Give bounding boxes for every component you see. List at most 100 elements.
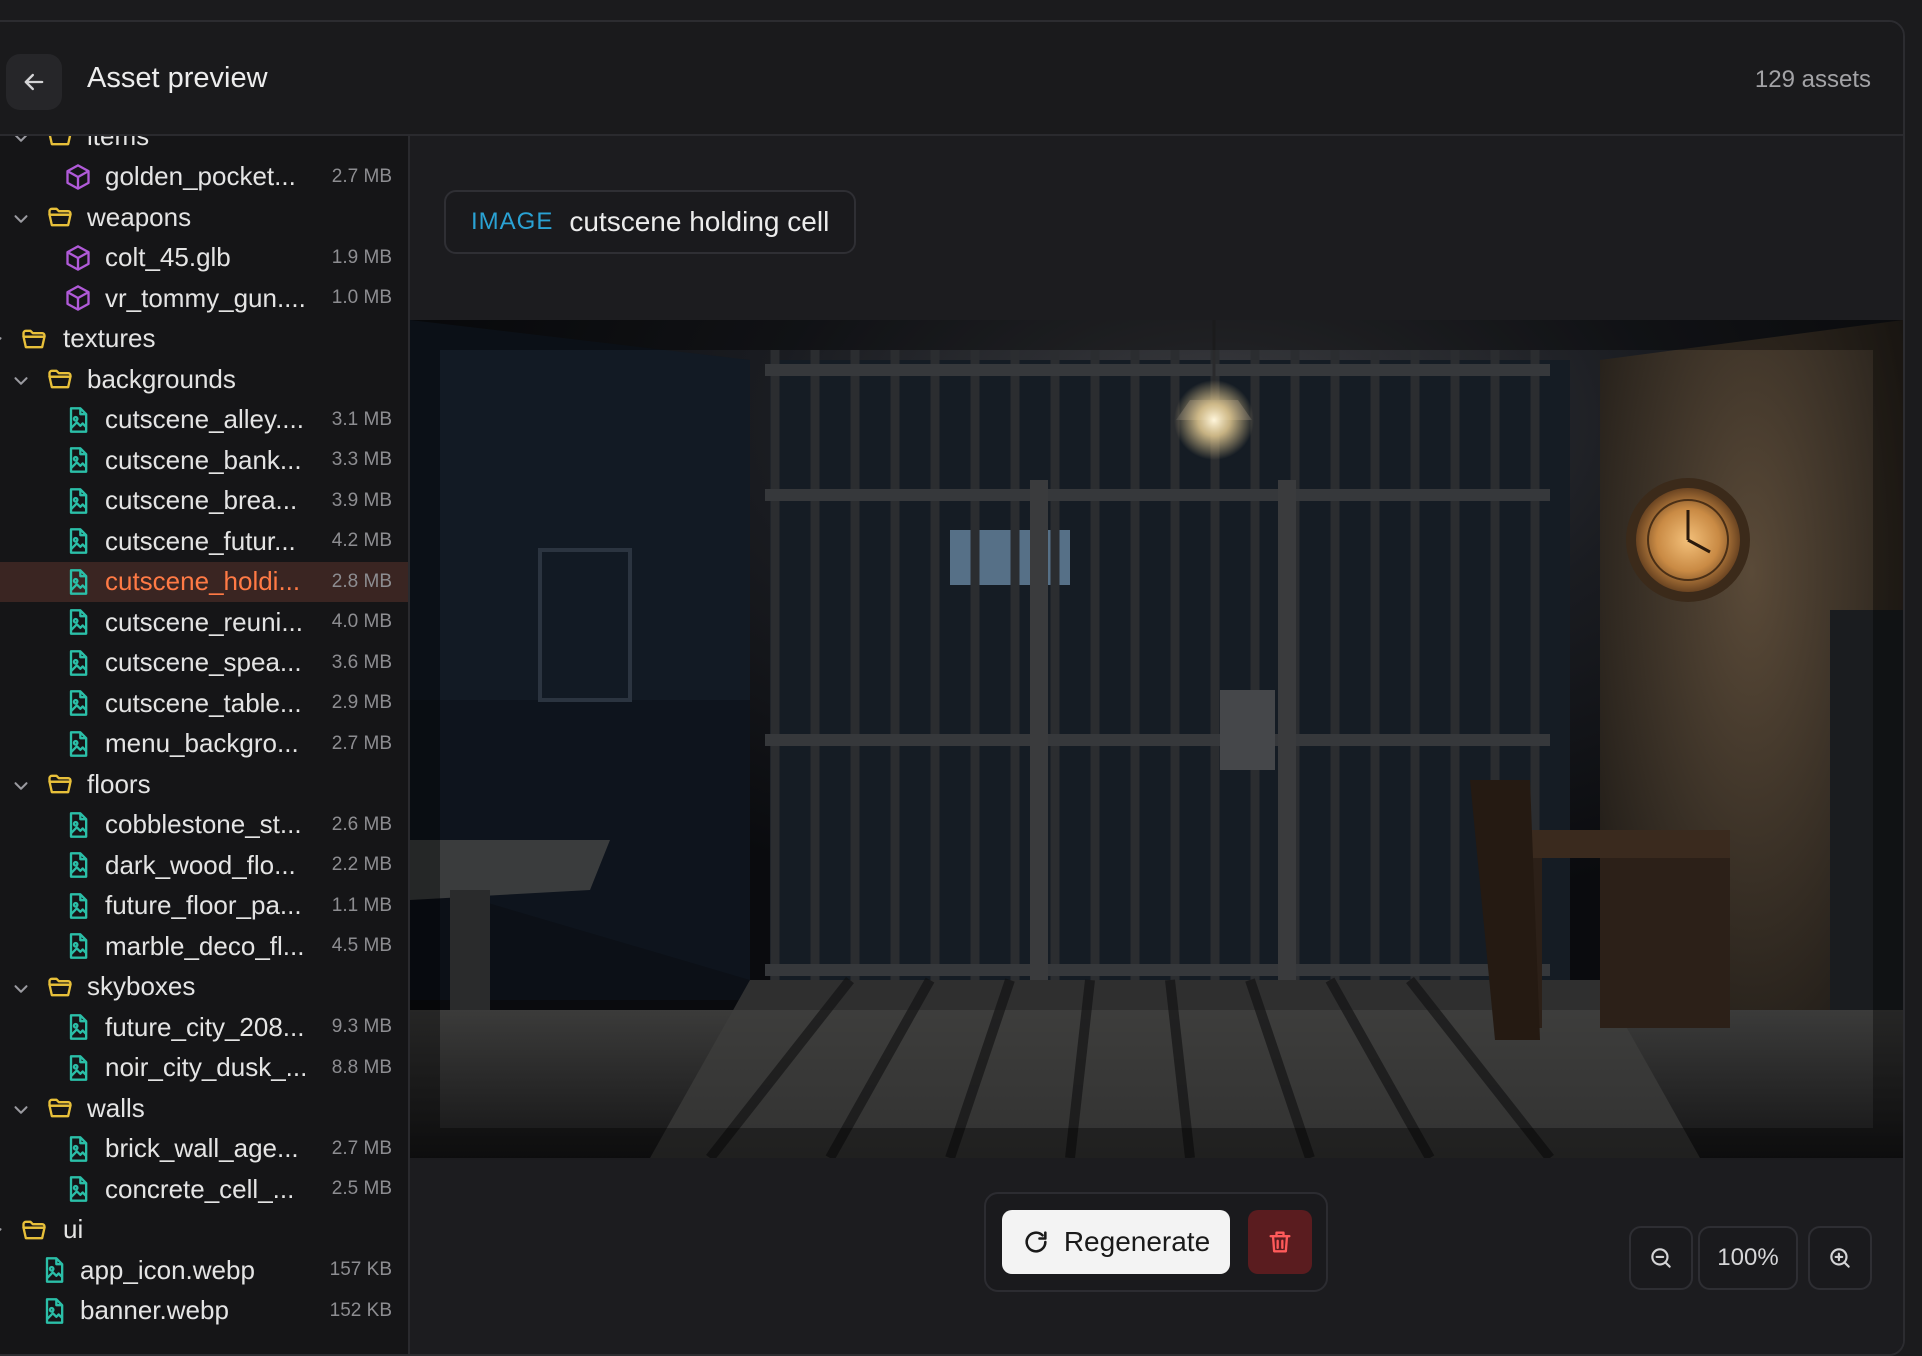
tree-file-row[interactable]: cutscene_holdi... 2.8 MB (0, 561, 408, 602)
refresh-icon (1025, 1231, 1047, 1253)
chevron-down-icon[interactable] (10, 136, 32, 147)
asset-type-label: IMAGE (471, 208, 554, 235)
asset-count: 129 assets (1754, 66, 1871, 93)
tree-folder-row[interactable]: floors (0, 764, 408, 805)
folder-icon (46, 770, 74, 798)
image-file-icon (64, 851, 92, 879)
tree-item-name: vr_tommy_gun.... (105, 282, 306, 313)
tree-folder-row[interactable]: weapons (0, 197, 408, 238)
back-button[interactable] (6, 54, 62, 110)
asset-tag: IMAGE cutscene holding cell (444, 190, 857, 254)
image-preview[interactable] (410, 320, 1903, 1158)
tree-file-row[interactable]: cutscene_brea... 3.9 MB (0, 481, 408, 522)
tree-folder-row[interactable]: textures (0, 319, 408, 360)
tree-file-row[interactable]: golden_pocket... 2.7 MB (0, 157, 408, 198)
tree-file-row[interactable]: cutscene_spea... 3.6 MB (0, 643, 408, 684)
file-size: 2.2 MB (331, 854, 392, 876)
file-size: 4.5 MB (331, 935, 392, 957)
tree-item-name: walls (87, 1092, 145, 1123)
file-size: 3.1 MB (331, 408, 392, 430)
regenerate-button[interactable]: Regenerate (1002, 1210, 1230, 1274)
image-file-icon (64, 730, 92, 758)
tree-item-name: brick_wall_age... (105, 1133, 299, 1164)
tree-file-row[interactable]: cutscene_table... 2.9 MB (0, 683, 408, 724)
tree-item-name: floors (87, 768, 151, 799)
tree-item-name: cutscene_reuni... (105, 606, 304, 637)
tree-item-name: textures (63, 323, 156, 354)
tree-folder-row[interactable]: ui (0, 1210, 408, 1251)
tree-folder-row[interactable]: items (0, 136, 408, 157)
file-size: 2.5 MB (331, 1178, 392, 1200)
cube-icon (64, 284, 92, 312)
folder-icon (20, 325, 48, 353)
image-file-icon (64, 406, 92, 434)
tree-item-name: menu_backgro... (105, 728, 299, 759)
header-bar: Asset preview 129 assets (0, 22, 1903, 136)
tree-item-name: future_city_208... (105, 1011, 305, 1042)
tree-item-name: items (87, 136, 149, 152)
chevron-down-icon[interactable] (10, 368, 32, 390)
tree-file-row[interactable]: cutscene_bank... 3.3 MB (0, 440, 408, 481)
tree-item-name: noir_city_dusk_... (105, 1052, 308, 1083)
file-tree: items golden_pocket... 2.7 MB weapons colt_4… (0, 136, 408, 1332)
delete-button[interactable] (1248, 1210, 1312, 1274)
cube-icon (64, 163, 92, 191)
image-file-icon (64, 1013, 92, 1041)
trash-icon (1269, 1231, 1291, 1253)
tree-file-row[interactable]: cutscene_alley.... 3.1 MB (0, 400, 408, 441)
chevron-down-icon[interactable] (10, 773, 32, 795)
folder-icon (46, 973, 74, 1001)
tree-item-name: concrete_cell_... (105, 1173, 295, 1204)
file-size: 3.6 MB (331, 651, 392, 673)
tree-file-row[interactable]: menu_backgro... 2.7 MB (0, 724, 408, 765)
tree-file-row[interactable]: future_floor_pa... 1.1 MB (0, 886, 408, 927)
zoom-in-button[interactable] (1808, 1226, 1872, 1290)
chevron-down-icon[interactable] (10, 976, 32, 998)
zoom-in-icon (1830, 1248, 1850, 1268)
action-toolbar: Regenerate (984, 1192, 1328, 1292)
tree-item-name: cutscene_futur... (105, 525, 296, 556)
folder-icon (46, 203, 74, 231)
image-file-icon (64, 568, 92, 596)
tree-item-name: ui (63, 1214, 84, 1245)
tree-file-row[interactable]: cutscene_futur... 4.2 MB (0, 521, 408, 562)
chevron-down-icon[interactable] (0, 328, 6, 350)
tree-file-row[interactable]: future_city_208... 9.3 MB (0, 1007, 408, 1048)
image-file-icon (64, 487, 92, 515)
file-size: 2.8 MB (331, 570, 392, 592)
tree-folder-row[interactable]: skyboxes (0, 967, 408, 1008)
image-file-icon (64, 892, 92, 920)
tree-file-row[interactable]: brick_wall_age... 2.7 MB (0, 1129, 408, 1170)
tree-file-row[interactable]: concrete_cell_... 2.5 MB (0, 1169, 408, 1210)
tree-file-row[interactable]: cutscene_reuni... 4.0 MB (0, 602, 408, 643)
chevron-down-icon[interactable] (10, 1097, 32, 1119)
file-size: 1.1 MB (331, 894, 392, 916)
tree-file-row[interactable]: noir_city_dusk_... 8.8 MB (0, 1048, 408, 1089)
tree-item-name: future_floor_pa... (105, 890, 302, 921)
tree-item-name: cutscene_alley.... (105, 404, 304, 435)
image-file-icon (64, 932, 92, 960)
tree-folder-row[interactable]: backgrounds (0, 359, 408, 400)
image-file-icon (64, 608, 92, 636)
file-size: 4.2 MB (331, 530, 392, 552)
tree-file-row[interactable]: dark_wood_flo... 2.2 MB (0, 845, 408, 886)
chevron-down-icon[interactable] (10, 206, 32, 228)
tree-item-name: marble_deco_fl... (105, 930, 305, 961)
folder-icon (46, 1094, 74, 1122)
tree-file-row[interactable]: app_icon.webp 157 KB (0, 1250, 408, 1291)
file-tree-sidebar[interactable]: items golden_pocket... 2.7 MB weapons colt_4… (0, 136, 410, 1354)
tree-file-row[interactable]: banner.webp 152 KB (0, 1291, 408, 1332)
zoom-out-icon (1651, 1248, 1671, 1268)
file-size: 9.3 MB (331, 1016, 392, 1038)
asset-name: cutscene holding cell (569, 206, 830, 237)
tree-file-row[interactable]: cobblestone_st... 2.6 MB (0, 805, 408, 846)
file-size: 152 KB (329, 1299, 392, 1321)
tree-file-row[interactable]: vr_tommy_gun.... 1.0 MB (0, 278, 408, 319)
folder-icon (46, 365, 74, 393)
tree-file-row[interactable]: marble_deco_fl... 4.5 MB (0, 926, 408, 967)
tree-item-name: app_icon.webp (80, 1254, 255, 1285)
chevron-down-icon[interactable] (0, 1219, 6, 1241)
tree-file-row[interactable]: colt_45.glb 1.9 MB (0, 238, 408, 279)
tree-folder-row[interactable]: walls (0, 1088, 408, 1129)
zoom-out-button[interactable] (1629, 1226, 1693, 1290)
